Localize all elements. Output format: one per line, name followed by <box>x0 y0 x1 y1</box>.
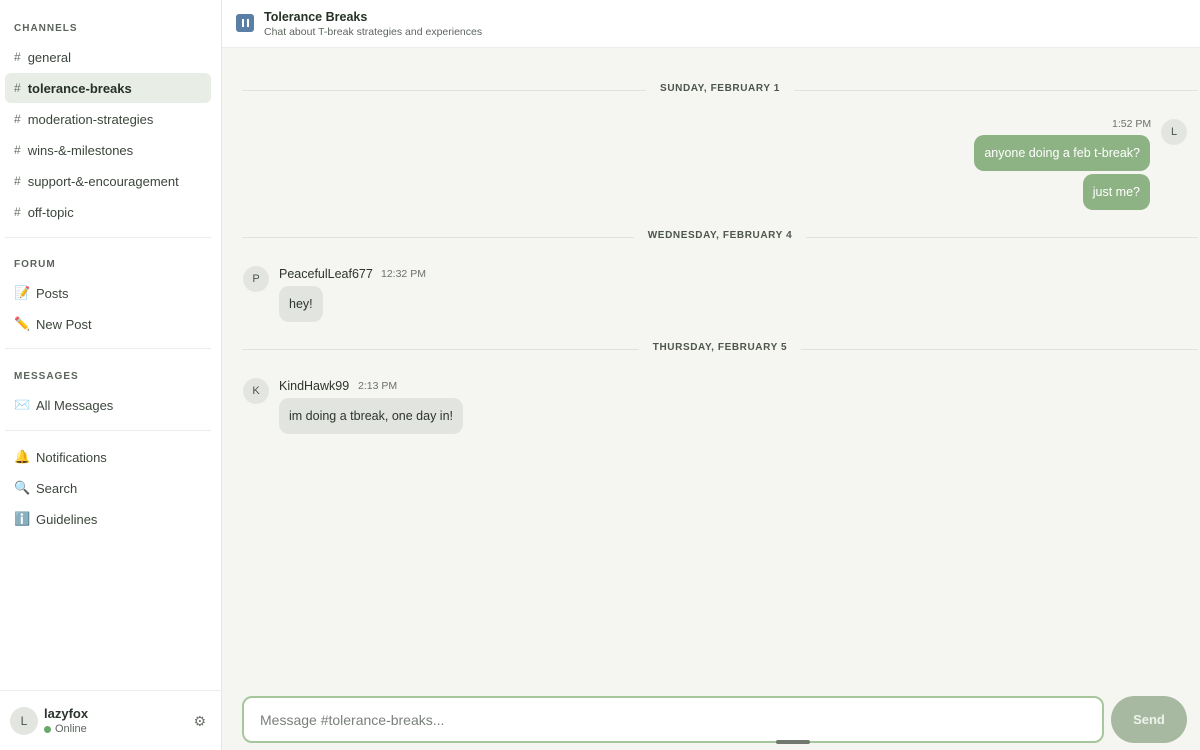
send-button[interactable]: Send <box>1111 696 1187 743</box>
user-info: lazyfox Online <box>44 706 88 735</box>
channel-description: Chat about T-break strategies and experi… <box>264 26 483 38</box>
date-label: SUNDAY, FEBRUARY 1 <box>646 83 794 94</box>
nav-all-messages[interactable]: ✉️ All Messages <box>5 390 211 420</box>
info-icon: ℹ️ <box>14 511 31 526</box>
messages-section-title: MESSAGES <box>14 371 79 382</box>
channel-tolerance-breaks[interactable]: # tolerance-breaks <box>5 73 211 103</box>
envelope-icon: ✉️ <box>14 397 31 412</box>
hash-icon: # <box>14 143 21 157</box>
nav-label: Search <box>36 480 78 496</box>
own-message-bubble[interactable]: anyone doing a feb t-break? <box>974 135 1150 171</box>
message-avatar[interactable]: K <box>243 378 269 404</box>
message-bubble[interactable]: im doing a tbreak, one day in! <box>279 398 463 434</box>
hash-icon: # <box>14 205 21 219</box>
gear-icon[interactable]: ⚙ <box>193 713 206 730</box>
date-separator: WEDNESDAY, FEBRUARY 4 <box>242 230 1198 244</box>
hash-icon: # <box>14 81 21 95</box>
channel-general[interactable]: # general <box>5 42 211 72</box>
message-author[interactable]: PeacefulLeaf677 <box>279 267 373 281</box>
nav-label: Guidelines <box>36 511 98 527</box>
date-separator: SUNDAY, FEBRUARY 1 <box>242 83 1198 97</box>
user-bar: L lazyfox Online ⚙ <box>0 690 222 750</box>
own-message-bubble[interactable]: just me? <box>1082 174 1150 210</box>
hash-icon: # <box>14 112 21 126</box>
nav-label: Posts <box>36 285 69 301</box>
channel-off-topic[interactable]: # off-topic <box>5 197 211 227</box>
message-time: 1:52 PM <box>1112 118 1152 130</box>
date-label: THURSDAY, FEBRUARY 5 <box>638 342 802 353</box>
resize-handle[interactable] <box>776 740 810 744</box>
channel-label: moderation-strategies <box>27 111 154 127</box>
composer: Send <box>222 682 1200 750</box>
message-avatar[interactable]: L <box>1161 119 1187 145</box>
nav-label: New Post <box>36 316 92 332</box>
channels-section-title: CHANNELS <box>14 23 78 34</box>
sidebar-divider <box>5 237 211 238</box>
channel-moderation-strategies[interactable]: # moderation-strategies <box>5 104 211 134</box>
message-time: 2:13 PM <box>358 380 398 392</box>
channel-header: Tolerance Breaks Chat about T-break stra… <box>222 0 1200 48</box>
nav-posts[interactable]: 📝 Posts <box>5 278 211 308</box>
channel-support-encouragement[interactable]: # support-&-encouragement <box>5 166 211 196</box>
pause-icon <box>236 14 254 32</box>
nav-new-post[interactable]: ✏️ New Post <box>5 309 211 339</box>
message-author[interactable]: KindHawk99 <box>279 379 349 393</box>
user-avatar[interactable]: L <box>10 706 38 735</box>
channel-title: Tolerance Breaks <box>264 10 368 24</box>
user-status: Online <box>44 723 88 735</box>
date-separator: THURSDAY, FEBRUARY 5 <box>242 342 1198 356</box>
hash-icon: # <box>14 174 21 188</box>
date-label: WEDNESDAY, FEBRUARY 4 <box>633 230 807 241</box>
nav-notifications[interactable]: 🔔 Notifications <box>5 442 211 472</box>
message-time: 12:32 PM <box>381 268 426 280</box>
message-bubble[interactable]: hey! <box>279 286 323 322</box>
channel-label: wins-&-milestones <box>27 142 134 158</box>
nav-search[interactable]: 🔍 Search <box>5 473 211 503</box>
user-status-label: Online <box>55 723 87 735</box>
user-name: lazyfox <box>44 706 89 721</box>
hash-icon: # <box>14 50 21 64</box>
message-input[interactable] <box>242 696 1104 743</box>
bell-icon: 🔔 <box>14 449 31 464</box>
magnifier-icon: 🔍 <box>14 480 31 495</box>
channel-label: general <box>27 49 72 65</box>
channel-label: off-topic <box>27 204 74 220</box>
message-avatar[interactable]: P <box>243 266 269 292</box>
sidebar: CHANNELS # general # tolerance-breaks # … <box>0 0 222 750</box>
nav-guidelines[interactable]: ℹ️ Guidelines <box>5 504 211 534</box>
sidebar-divider <box>5 348 211 349</box>
sidebar-divider <box>5 430 211 431</box>
forum-section-title: FORUM <box>14 259 56 270</box>
memo-icon: 📝 <box>14 285 31 300</box>
channel-label: support-&-encouragement <box>27 173 179 189</box>
message-list[interactable]: SUNDAY, FEBRUARY 1 1:52 PM L anyone doin… <box>222 48 1200 682</box>
nav-label: Notifications <box>36 449 107 465</box>
nav-label: All Messages <box>36 397 114 413</box>
channel-wins-milestones[interactable]: # wins-&-milestones <box>5 135 211 165</box>
pencil-icon: ✏️ <box>14 316 31 331</box>
channel-label: tolerance-breaks <box>27 80 132 96</box>
online-dot-icon <box>44 725 51 733</box>
